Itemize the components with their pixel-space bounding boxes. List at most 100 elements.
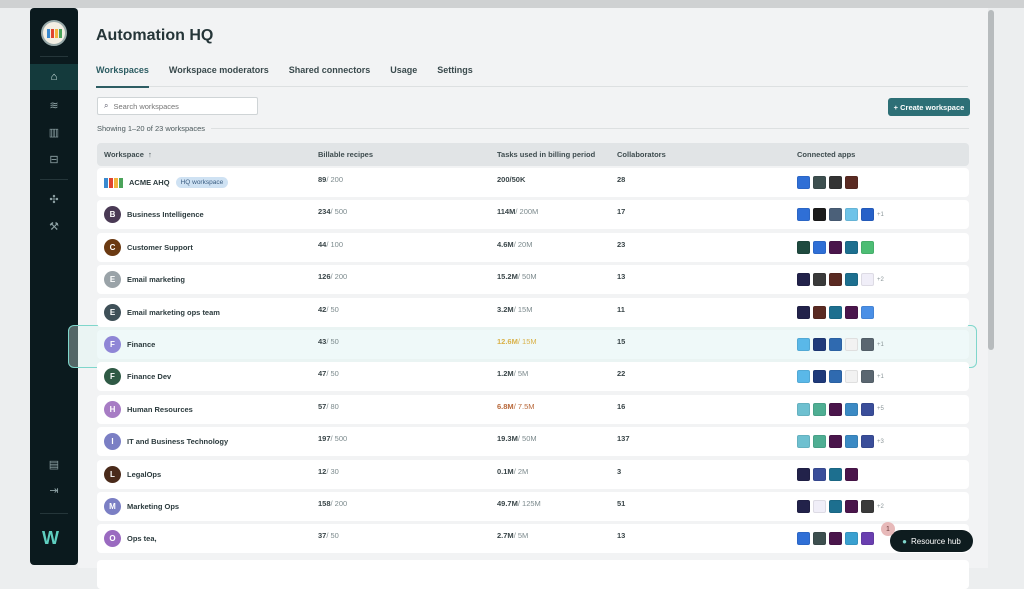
sidebar-item-logout[interactable]: ⇥ bbox=[30, 477, 78, 503]
slack-app-icon[interactable] bbox=[845, 467, 858, 481]
office-app-icon[interactable] bbox=[829, 273, 842, 287]
yellow-app-icon[interactable] bbox=[861, 435, 874, 449]
table-row[interactable]: F Finance Dev 47 / 50 1.2M / 5M 22 +1 bbox=[97, 362, 969, 392]
more-apps-count[interactable]: +2 bbox=[877, 277, 884, 283]
workspace-name[interactable]: Marketing Ops bbox=[127, 502, 179, 511]
tab-usage[interactable]: Usage bbox=[390, 65, 417, 87]
scrollbar[interactable] bbox=[988, 10, 994, 350]
table-row[interactable]: ACME AHQ HQ workspace 89 / 200 200/50K 28 bbox=[97, 168, 969, 197]
salesforce-app-icon[interactable] bbox=[829, 500, 842, 513]
workspace-name[interactable]: Human Resources bbox=[127, 405, 193, 414]
sap-app-icon[interactable] bbox=[829, 338, 842, 351]
search-input[interactable] bbox=[113, 101, 244, 111]
okta-app-icon[interactable] bbox=[845, 435, 858, 449]
more-apps-count[interactable]: +1 bbox=[877, 212, 884, 218]
column-billable-recipes[interactable]: Billable recipes bbox=[318, 143, 373, 166]
zoom-app-icon[interactable] bbox=[861, 305, 874, 319]
kube-app-icon[interactable] bbox=[845, 208, 858, 222]
jira-app-icon[interactable] bbox=[797, 208, 810, 222]
tab-workspaces[interactable]: Workspaces bbox=[96, 65, 149, 88]
slack-app-icon[interactable] bbox=[845, 305, 858, 319]
sidebar-item-reports[interactable]: ▤ bbox=[30, 451, 78, 477]
table-row[interactable]: M Marketing Ops 158 / 200 49.7M / 125M 51… bbox=[97, 492, 969, 521]
table-row[interactable]: C Customer Support 44 / 100 4.6M / 20M 23 bbox=[97, 232, 969, 262]
check-app-icon[interactable] bbox=[829, 208, 842, 222]
more-apps-count[interactable]: +3 bbox=[877, 439, 884, 445]
white-app-icon[interactable] bbox=[845, 370, 858, 384]
sap-app-icon[interactable] bbox=[829, 370, 842, 384]
shield-app-icon[interactable] bbox=[813, 500, 826, 513]
greenhouse-app-icon[interactable] bbox=[813, 435, 826, 449]
tab-settings[interactable]: Settings bbox=[437, 65, 473, 87]
column-tasks[interactable]: Tasks used in billing period bbox=[497, 143, 595, 166]
sidebar-item-analytics[interactable]: ▥ bbox=[30, 119, 78, 145]
salesforce-app-icon[interactable] bbox=[845, 273, 858, 287]
table-row-partial[interactable] bbox=[97, 560, 969, 589]
gong-app-icon[interactable] bbox=[797, 467, 810, 481]
salesforce-app-icon[interactable] bbox=[829, 305, 842, 319]
tab-workspace-moderators[interactable]: Workspace moderators bbox=[169, 65, 269, 87]
gray-app-icon[interactable] bbox=[861, 370, 874, 384]
dropbox-app-icon[interactable] bbox=[861, 532, 874, 546]
workspace-name[interactable]: IT and Business Technology bbox=[127, 437, 228, 446]
salesforce-app-icon[interactable] bbox=[845, 240, 858, 254]
column-connected-apps[interactable]: Connected apps bbox=[797, 143, 855, 166]
gray-app-icon[interactable] bbox=[861, 338, 874, 351]
github-app-icon[interactable] bbox=[829, 176, 842, 189]
workspace-name[interactable]: Finance bbox=[127, 340, 155, 349]
table-row[interactable]: B Business Intelligence 234 / 500 114M / … bbox=[97, 200, 969, 230]
sumo-app-icon[interactable] bbox=[813, 532, 826, 546]
table-row[interactable]: I IT and Business Technology 197 / 500 19… bbox=[97, 427, 969, 457]
resource-hub-button[interactable]: ● Resource hub bbox=[890, 530, 973, 552]
workspace-name[interactable]: Ops tea, bbox=[127, 534, 157, 543]
salesforce-app-icon[interactable] bbox=[829, 467, 842, 481]
lightblue-app-icon[interactable] bbox=[797, 338, 810, 351]
greenhouse-app-icon[interactable] bbox=[813, 402, 826, 416]
column-collaborators[interactable]: Collaborators bbox=[617, 143, 666, 166]
slack-app-icon[interactable] bbox=[829, 240, 842, 254]
box-app-icon[interactable] bbox=[845, 532, 858, 546]
tab-shared-connectors[interactable]: Shared connectors bbox=[289, 65, 371, 87]
jira-app-icon[interactable] bbox=[813, 240, 826, 254]
dark-app-icon[interactable] bbox=[813, 208, 826, 222]
trello-app-icon[interactable] bbox=[861, 208, 874, 222]
workday-app-icon[interactable] bbox=[797, 402, 810, 416]
yellow-app-icon[interactable] bbox=[861, 402, 874, 416]
slack-app-icon[interactable] bbox=[845, 500, 858, 513]
workspace-name[interactable]: Email marketing ops team bbox=[127, 308, 220, 317]
slack-app-icon[interactable] bbox=[829, 532, 842, 546]
search-box[interactable]: ⌕ bbox=[97, 97, 258, 115]
sumo-app-icon[interactable] bbox=[813, 176, 826, 189]
table-row[interactable]: E Email marketing 126 / 200 15.2M / 50M 1… bbox=[97, 265, 969, 295]
workspace-name[interactable]: Customer Support bbox=[127, 243, 193, 252]
workspace-name[interactable]: Finance Dev bbox=[127, 372, 171, 381]
okta-app-icon[interactable] bbox=[845, 402, 858, 416]
workspace-name[interactable]: LegalOps bbox=[127, 470, 161, 479]
workspace-name[interactable]: Business Intelligence bbox=[127, 210, 204, 219]
sidebar-item-home[interactable]: ⌂ bbox=[30, 64, 78, 90]
workspace-name[interactable]: Email marketing bbox=[127, 275, 185, 284]
create-workspace-button[interactable]: + Create workspace bbox=[888, 98, 970, 116]
more-apps-count[interactable]: +1 bbox=[877, 342, 884, 348]
sidebar-item-layers[interactable]: ≋ bbox=[30, 92, 78, 118]
gong-app-icon[interactable] bbox=[797, 500, 810, 513]
workday-app-icon[interactable] bbox=[797, 435, 810, 449]
table-row[interactable]: L LegalOps 12 / 30 0.1M / 2M 3 bbox=[97, 459, 969, 489]
rainbow-app-icon[interactable] bbox=[861, 500, 874, 513]
jira-app-icon[interactable] bbox=[797, 532, 810, 546]
sidebar-item-tools[interactable]: ⚒ bbox=[30, 213, 78, 239]
sidebar-item-docs[interactable]: ⊟ bbox=[30, 146, 78, 172]
gong-app-icon[interactable] bbox=[797, 305, 810, 319]
office-app-icon[interactable] bbox=[845, 176, 858, 189]
workspace-name[interactable]: ACME AHQ bbox=[129, 178, 170, 187]
slack-app-icon[interactable] bbox=[829, 402, 842, 416]
shield-app-icon[interactable] bbox=[861, 273, 874, 287]
sidebar-item-integrations[interactable]: ✣ bbox=[30, 186, 78, 212]
anaplan-app-icon[interactable] bbox=[813, 338, 826, 351]
gong-app-icon[interactable] bbox=[797, 273, 810, 287]
table-row[interactable]: O Ops tea, 37 / 50 2.7M / 5M 13 bbox=[97, 524, 969, 554]
anaplan-app-icon[interactable] bbox=[813, 370, 826, 384]
white-app-icon[interactable] bbox=[845, 338, 858, 351]
more-apps-count[interactable]: +5 bbox=[877, 406, 884, 412]
rainbow-app-icon[interactable] bbox=[813, 273, 826, 287]
